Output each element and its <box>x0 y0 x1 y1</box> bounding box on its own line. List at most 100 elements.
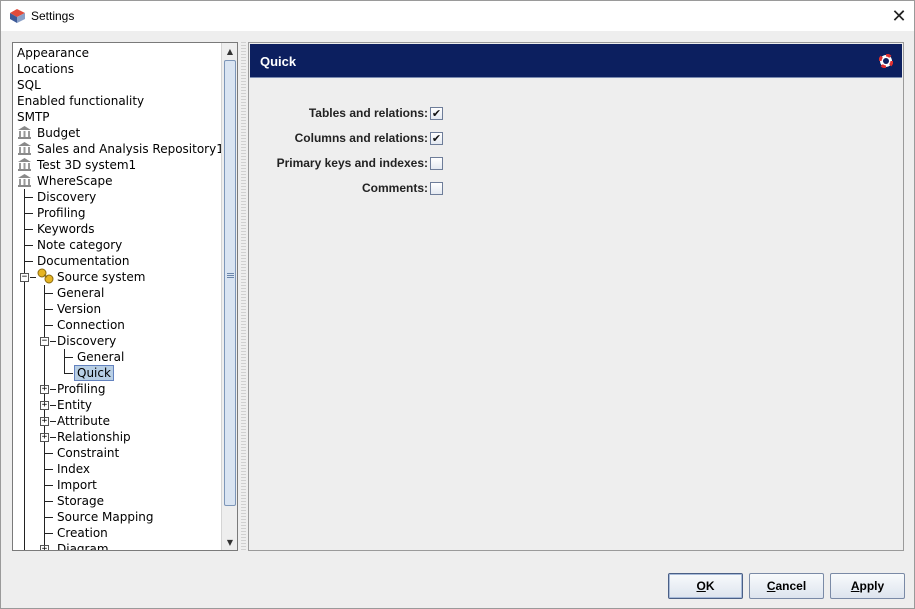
tree-item-constraint[interactable]: Constraint <box>57 445 217 461</box>
tree-item-label: Profiling <box>37 206 86 220</box>
tree-connector <box>24 197 33 198</box>
collapse-source-system-toggle[interactable]: − <box>20 273 29 282</box>
tree-item-connection[interactable]: Connection <box>57 317 217 333</box>
tree-connector <box>50 405 56 406</box>
tree-item-label: Storage <box>57 494 104 508</box>
collapse-discovery-toggle[interactable]: − <box>40 337 49 346</box>
tree-item-budget[interactable]: Budget <box>17 125 217 141</box>
tree-item-test-3d-system[interactable]: Test 3D system1 <box>17 157 217 173</box>
expand-profiling-toggle[interactable]: + <box>40 385 49 394</box>
tree-item-discovery-general[interactable]: General <box>77 349 217 365</box>
tree-item-quick[interactable]: Quick <box>74 365 214 381</box>
tree-item-profiling[interactable]: Profiling <box>37 205 217 221</box>
option-primary-keys-and-indexes: Primary keys and indexes: <box>250 154 690 174</box>
tree-item-label: SQL <box>17 78 41 92</box>
comments-checkbox[interactable] <box>430 182 443 195</box>
tree-connector <box>64 349 65 373</box>
tree-item-diagram[interactable]: Diagram <box>57 541 217 550</box>
tree-item-note-category[interactable]: Note category <box>37 237 217 253</box>
tree-vertical-scrollbar[interactable]: ▲ ▼ <box>221 43 237 550</box>
tree-connector <box>44 469 53 470</box>
tree-item-keywords[interactable]: Keywords <box>37 221 217 237</box>
bank-icon <box>18 174 31 187</box>
expand-entity-toggle[interactable]: + <box>40 401 49 410</box>
tree-item-index[interactable]: Index <box>57 461 217 477</box>
source-system-icon <box>37 268 54 284</box>
thumb-grip <box>227 275 234 276</box>
option-comments: Comments: <box>250 179 690 199</box>
settings-app-icon <box>10 9 25 23</box>
lifebuoy-icon[interactable] <box>879 54 893 68</box>
tree-item-label: General <box>57 286 105 300</box>
tree-item-relationship[interactable]: Relationship <box>57 429 217 445</box>
tree-item-discovery[interactable]: Discovery <box>37 189 217 205</box>
tree-connector <box>50 421 56 422</box>
tree-item-label: Keywords <box>37 222 95 236</box>
tree-item-label: Creation <box>57 526 108 540</box>
bank-icon <box>18 142 31 155</box>
tree-item-label: Version <box>57 302 102 316</box>
option-tables-and-relations: Tables and relations: ✔ <box>250 104 690 124</box>
apply-button[interactable]: Apply <box>830 573 905 599</box>
tree-connector <box>50 437 56 438</box>
tree-item-wherescape[interactable]: WhereScape <box>17 173 217 189</box>
split-pane-divider[interactable] <box>241 42 246 551</box>
expand-diagram-toggle[interactable]: + <box>40 545 49 550</box>
tree-item-creation[interactable]: Creation <box>57 525 217 541</box>
tree-item-version[interactable]: Version <box>57 301 217 317</box>
scroll-down-icon[interactable]: ▼ <box>222 534 237 550</box>
bank-icon <box>18 126 31 139</box>
tree-item-appearance[interactable]: Appearance <box>17 45 217 61</box>
primary-keys-and-indexes-checkbox[interactable] <box>430 157 443 170</box>
tree-connector <box>44 501 53 502</box>
tree-item-import[interactable]: Import <box>57 477 217 493</box>
cancel-button[interactable]: Cancel <box>749 573 824 599</box>
tree-item-enabled-functionality[interactable]: Enabled functionality <box>17 93 217 109</box>
tree-item-source-profiling[interactable]: Profiling <box>57 381 217 397</box>
expand-relationship-toggle[interactable]: + <box>40 433 49 442</box>
tree-content: Appearance Locations SQL Enabled functio… <box>13 43 221 550</box>
tree-connector <box>24 229 33 230</box>
option-columns-and-relations: Columns and relations: ✔ <box>250 129 690 149</box>
tree-item-attribute[interactable]: Attribute <box>57 413 217 429</box>
tree-connector <box>50 341 56 342</box>
option-label: Primary keys and indexes: <box>276 156 428 170</box>
settings-tree: Appearance Locations SQL Enabled functio… <box>12 42 238 551</box>
apply-label: pply <box>859 579 885 593</box>
tree-item-source-system[interactable]: Source system <box>57 269 217 285</box>
tree-item-label: Attribute <box>57 414 110 428</box>
tree-connector <box>44 517 53 518</box>
close-icon[interactable]: ✕ <box>885 4 913 28</box>
tree-item-smtp[interactable]: SMTP <box>17 109 217 125</box>
tree-item-entity[interactable]: Entity <box>57 397 217 413</box>
tree-item-label: Budget <box>37 126 81 140</box>
tree-item-locations[interactable]: Locations <box>17 61 217 77</box>
expand-attribute-toggle[interactable]: + <box>40 417 49 426</box>
tree-item-label: Source system <box>57 270 146 284</box>
option-label: Comments: <box>361 181 428 195</box>
ok-button[interactable]: OK <box>668 573 743 599</box>
tree-item-label: Connection <box>57 318 125 332</box>
tree-item-documentation[interactable]: Documentation <box>37 253 217 269</box>
tree-item-label: Discovery <box>37 190 97 204</box>
tree-item-source-discovery[interactable]: Discovery <box>57 333 217 349</box>
tree-item-sql[interactable]: SQL <box>17 77 217 93</box>
tree-connector <box>50 389 56 390</box>
tree-item-storage[interactable]: Storage <box>57 493 217 509</box>
cancel-label: ancel <box>775 579 807 593</box>
tree-item-sales-repository[interactable]: Sales and Analysis Repository1 <box>17 141 221 157</box>
tree-item-label: Index <box>57 462 91 476</box>
tree-item-general[interactable]: General <box>57 285 217 301</box>
tables-and-relations-checkbox[interactable]: ✔ <box>430 107 443 120</box>
tree-connector <box>44 485 53 486</box>
settings-content-panel: Quick Tables and relations: ✔ Columns an… <box>248 42 904 551</box>
option-label: Tables and relations: <box>308 106 428 120</box>
apply-mnemonic: A <box>850 579 860 593</box>
tree-connector <box>44 309 53 310</box>
tree-connector <box>64 357 73 358</box>
tree-item-source-mapping[interactable]: Source Mapping <box>57 509 217 525</box>
columns-and-relations-checkbox[interactable]: ✔ <box>430 132 443 145</box>
tree-connector <box>44 293 53 294</box>
scroll-thumb[interactable] <box>224 60 236 506</box>
scroll-up-icon[interactable]: ▲ <box>222 43 237 59</box>
